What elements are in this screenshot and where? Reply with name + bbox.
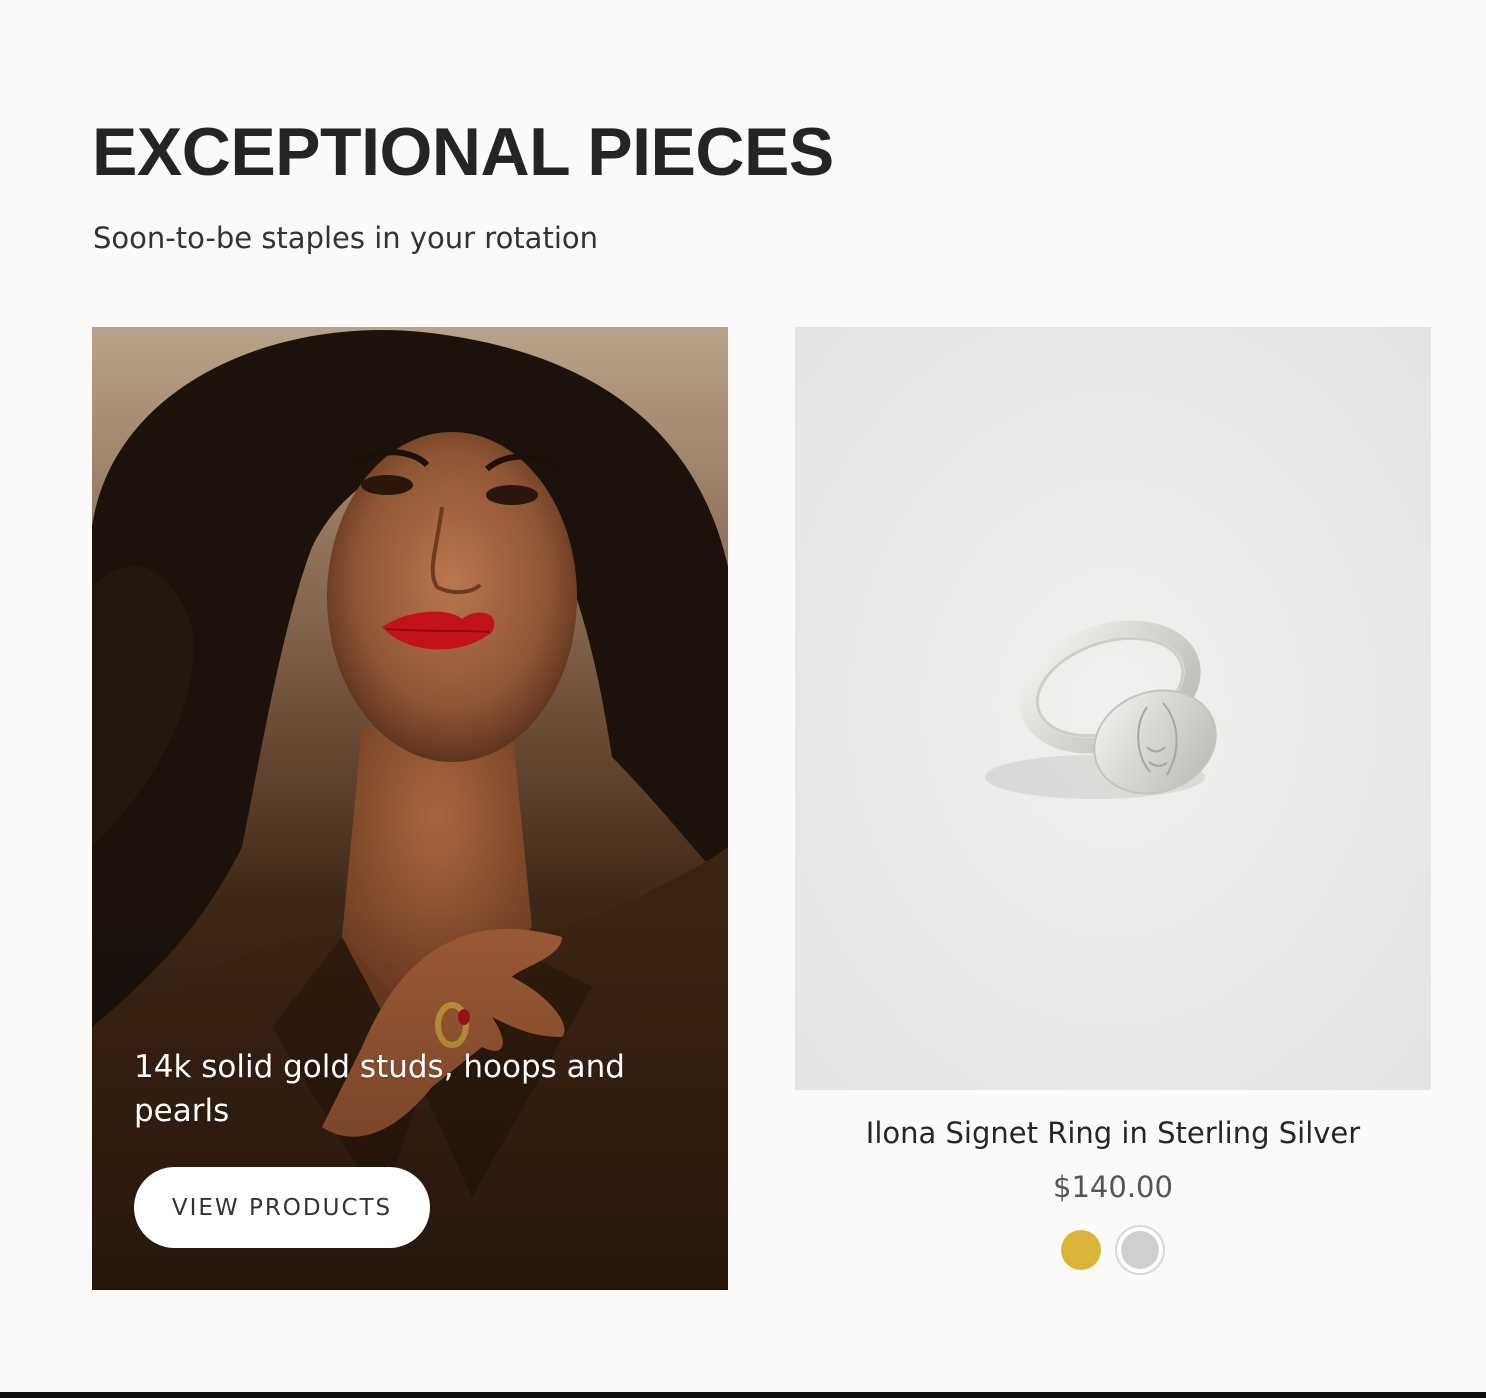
featured-collection-section: EXCEPTIONAL PIECES Soon-to-be staples in… bbox=[0, 0, 1486, 1398]
view-products-button[interactable]: VIEW PRODUCTS bbox=[134, 1167, 430, 1248]
bottom-divider bbox=[0, 1392, 1486, 1398]
section-subtitle: Soon-to-be staples in your rotation bbox=[93, 221, 599, 255]
product-title[interactable]: Ilona Signet Ring in Sterling Silver bbox=[795, 1113, 1431, 1153]
product-price: $140.00 bbox=[1053, 1170, 1173, 1204]
ring-illustration bbox=[795, 327, 1431, 1090]
product-image[interactable] bbox=[795, 327, 1431, 1090]
promo-image bbox=[92, 327, 728, 1290]
promo-card: 14k solid gold studs, hoops and pearls V… bbox=[92, 327, 728, 1290]
product-card: Ilona Signet Ring in Sterling Silver $14… bbox=[795, 327, 1431, 1290]
swatch-silver[interactable] bbox=[1115, 1225, 1165, 1275]
color-swatches bbox=[795, 1225, 1431, 1275]
promo-text: 14k solid gold studs, hoops and pearls bbox=[134, 1049, 625, 1129]
swatch-gold[interactable] bbox=[1061, 1230, 1101, 1270]
swatch-silver-fill bbox=[1121, 1231, 1159, 1269]
section-title: EXCEPTIONAL PIECES bbox=[92, 114, 834, 190]
